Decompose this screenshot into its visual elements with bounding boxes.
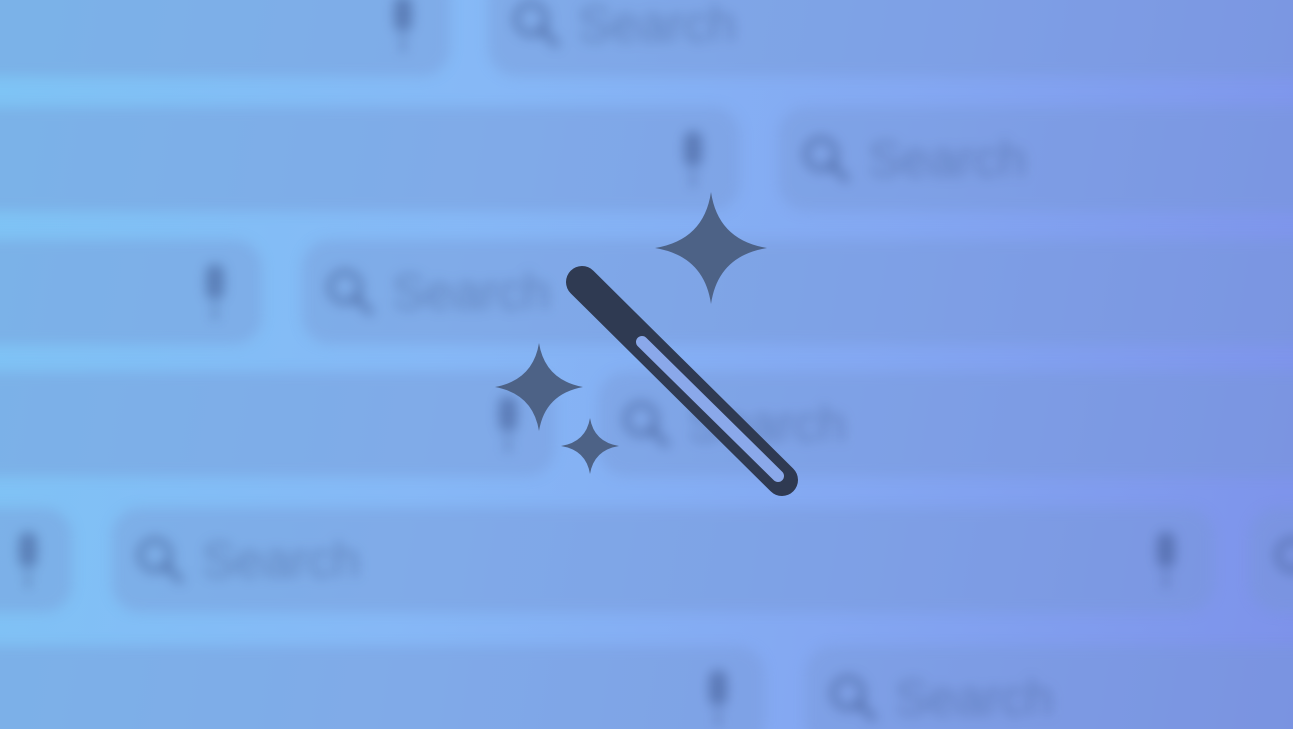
wand-icon	[566, 266, 798, 496]
magic-wand-illustration	[495, 192, 798, 496]
large-sparkle-icon	[655, 192, 767, 304]
small-sparkle-icon	[561, 418, 619, 474]
medium-sparkle-icon	[495, 343, 583, 431]
